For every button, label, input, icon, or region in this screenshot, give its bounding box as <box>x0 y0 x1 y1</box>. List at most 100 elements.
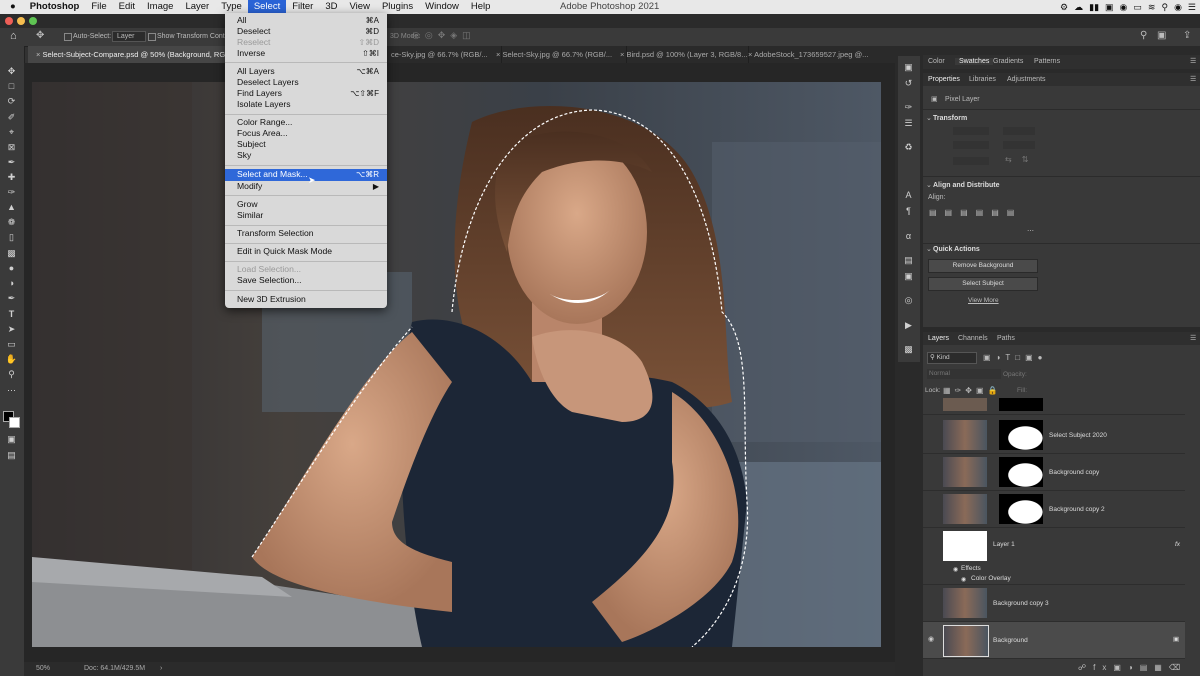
layer-row-background-copy[interactable]: Background copy <box>923 454 1185 491</box>
brush-tool[interactable]: ✑ <box>5 187 18 198</box>
x-field[interactable] <box>1003 127 1035 135</box>
menu-item-all-layers[interactable]: All Layers ⌥⌘A <box>225 66 387 77</box>
menu-item-inverse[interactable]: Inverse ⇧⌘I <box>225 48 387 59</box>
rectangle-tool[interactable]: ▭ <box>5 339 18 350</box>
blend-mode-dropdown[interactable]: Normal <box>927 369 1001 379</box>
zoom-tool[interactable]: ⚲ <box>5 369 18 380</box>
home-icon[interactable]: ⌂ <box>10 30 17 42</box>
remove-background-button[interactable]: Remove Background <box>928 259 1038 273</box>
flip-icons[interactable]: ⇆⇅ <box>1005 155 1038 164</box>
tab-paths[interactable]: Paths <box>997 335 1015 342</box>
more-options-icon[interactable]: ⋯ <box>1027 227 1034 235</box>
chevron-right-icon[interactable]: › <box>160 665 162 672</box>
more-tools-icon[interactable]: ⋯ <box>5 385 18 396</box>
tab-patterns[interactable]: Patterns <box>1034 58 1060 65</box>
layer-row-background-copy-2[interactable]: Background copy 2 <box>923 491 1185 528</box>
screen-mode-icon[interactable]: ▤ <box>5 450 18 461</box>
layer-filter-dropdown[interactable]: ⚲ Kind <box>927 352 977 364</box>
chevron-down-icon[interactable]: ⌄ <box>926 114 932 122</box>
hand-tool[interactable]: ✋ <box>5 354 18 365</box>
close-icon[interactable]: × <box>496 50 500 59</box>
lasso-tool[interactable]: ⟳ <box>5 96 18 107</box>
minimize-window-icon[interactable] <box>17 17 25 25</box>
clone-source-icon[interactable]: ♻ <box>902 142 915 153</box>
marquee-tool[interactable]: □ <box>5 81 18 92</box>
clone-stamp-tool[interactable]: ▲ <box>5 202 18 213</box>
share-icon[interactable]: ⇪ <box>1183 30 1191 41</box>
navigator-icon[interactable]: ◎ <box>902 295 915 306</box>
learn-icon[interactable]: ▣ <box>902 62 915 73</box>
doc-size[interactable]: Doc: 64.1M/429.5M <box>84 665 145 672</box>
chevron-down-icon[interactable]: ⌄ <box>926 181 932 189</box>
auto-select-checkbox[interactable] <box>64 33 72 41</box>
gear-icon[interactable]: ⚙ <box>1060 0 1068 14</box>
close-icon[interactable]: × <box>748 50 752 59</box>
height-field[interactable] <box>953 141 989 149</box>
menu-plugins[interactable]: Plugins <box>376 0 419 14</box>
menu-image[interactable]: Image <box>141 0 179 14</box>
tab-adobestock[interactable]: × AdobeStock_173659527.jpeg @... <box>740 46 899 63</box>
search-icon[interactable]: ⚲ <box>1161 0 1168 14</box>
quick-mask-icon[interactable]: ▣ <box>5 434 18 445</box>
zoom-level[interactable]: 50% <box>36 665 50 672</box>
menu-item-find-layers[interactable]: Find Layers ⌥⇧⌘F <box>225 88 387 99</box>
display-icon[interactable]: ▭ <box>1133 0 1142 14</box>
quick-selection-tool[interactable]: ✐ <box>5 112 18 123</box>
apple-icon[interactable]: ● <box>0 0 24 14</box>
menu-edit[interactable]: Edit <box>113 0 141 14</box>
eye-icon[interactable]: ◉ <box>953 566 958 573</box>
tab-select-sky[interactable]: × Select-Sky.jpg @ 66.7% (RGB/... <box>488 46 627 63</box>
menu-file[interactable]: File <box>85 0 112 14</box>
show-transform-checkbox[interactable] <box>148 33 156 41</box>
menu-item-deselect[interactable]: Deselect ⌘D <box>225 26 387 37</box>
menu-item-grow[interactable]: Grow <box>225 199 387 210</box>
info-icon[interactable]: ▣ <box>902 271 915 282</box>
cloud-icon[interactable]: ☁ <box>1074 0 1083 14</box>
tab-channels[interactable]: Channels <box>958 335 988 342</box>
frame-tool[interactable]: ⊠ <box>5 142 18 153</box>
actions-play-icon[interactable]: ▶ <box>902 320 915 331</box>
character-icon[interactable]: A <box>902 190 915 201</box>
notes-icon[interactable]: ▤ <box>902 255 915 266</box>
width-field[interactable] <box>953 127 989 135</box>
view-more-link[interactable]: View More <box>968 297 999 304</box>
angle-field[interactable] <box>953 157 989 165</box>
tab-layers[interactable]: Layers <box>928 335 949 342</box>
y-field[interactable] <box>1003 141 1035 149</box>
tab-bird[interactable]: × Bird.psd @ 100% (Layer 3, RGB/8... <box>612 46 749 63</box>
tab-gradients[interactable]: Gradients <box>993 58 1023 65</box>
fx-icon[interactable]: fx <box>1175 541 1180 548</box>
menu-item-sky[interactable]: Sky <box>225 150 387 161</box>
move-tool[interactable]: ✥ <box>5 66 18 77</box>
menu-item-quick-mask[interactable]: Edit in Quick Mask Mode <box>225 246 387 257</box>
tab-color[interactable]: Color <box>928 58 945 65</box>
search-icon[interactable]: ⚲ <box>1140 30 1147 41</box>
menu-item-all[interactable]: All ⌘A <box>225 15 387 26</box>
background-color-swatch[interactable] <box>9 417 20 428</box>
layer-bottom-icons[interactable]: ☍fx▣◑▤▦⌫ <box>1078 663 1187 672</box>
zoom-window-icon[interactable] <box>29 17 37 25</box>
history-brush-tool[interactable]: ❁ <box>5 217 18 228</box>
layer-row-background[interactable]: ◉ Background ▣ <box>923 622 1185 659</box>
tab-replace-sky[interactable]: ce-Sky.jpg @ 66.7% (RGB/... <box>383 46 502 63</box>
menu-type[interactable]: Type <box>215 0 248 14</box>
menu-item-subject[interactable]: Subject <box>225 139 387 150</box>
close-window-icon[interactable] <box>5 17 13 25</box>
eyedropper-tool[interactable]: ✒ <box>5 157 18 168</box>
layer-row-select-subject-2020[interactable]: Select Subject 2020 <box>923 417 1185 454</box>
glyphs-icon[interactable]: α <box>902 231 915 242</box>
menu-view[interactable]: View <box>344 0 376 14</box>
menu-window[interactable]: Window <box>419 0 465 14</box>
tab-swatches[interactable]: Swatches <box>955 58 994 65</box>
eye-icon[interactable]: ◉ <box>961 576 966 583</box>
camera-icon[interactable]: ◉ <box>1120 0 1128 14</box>
panel-menu-icon[interactable]: ☰ <box>1190 334 1196 342</box>
3d-mode-icons[interactable]: ◎◎✥◈◫ <box>412 30 476 41</box>
healing-brush-tool[interactable]: ✚ <box>5 172 18 183</box>
history-icon[interactable]: ↺ <box>902 78 915 89</box>
close-icon[interactable]: × <box>620 50 624 59</box>
menu-item-deselect-layers[interactable]: Deselect Layers <box>225 77 387 88</box>
crop-tool[interactable]: ⌖ <box>5 127 18 138</box>
layer-row-background-copy-3[interactable]: Background copy 3 <box>923 585 1185 622</box>
dodge-tool[interactable]: ◑ <box>5 278 18 289</box>
